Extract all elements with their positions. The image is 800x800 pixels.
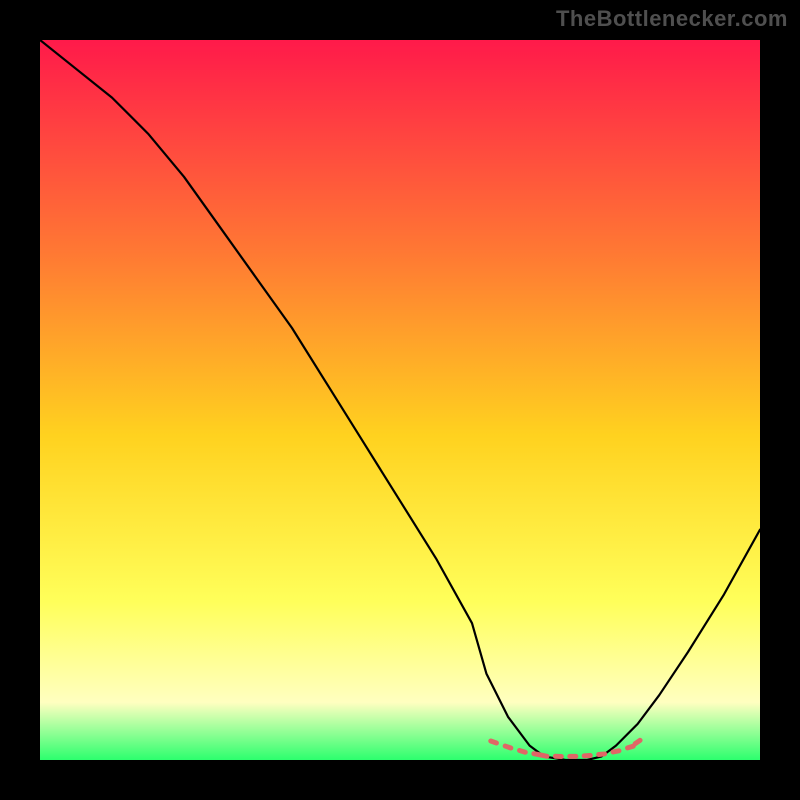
marker-dash [553, 754, 564, 760]
chart-svg [40, 40, 760, 760]
watermark-text: TheBottlenecker.com [556, 6, 788, 32]
marker-dash [582, 753, 593, 759]
gradient-background [40, 40, 760, 760]
chart-container: TheBottlenecker.com [0, 0, 800, 800]
marker-dash [567, 754, 578, 759]
plot-area [40, 40, 760, 760]
